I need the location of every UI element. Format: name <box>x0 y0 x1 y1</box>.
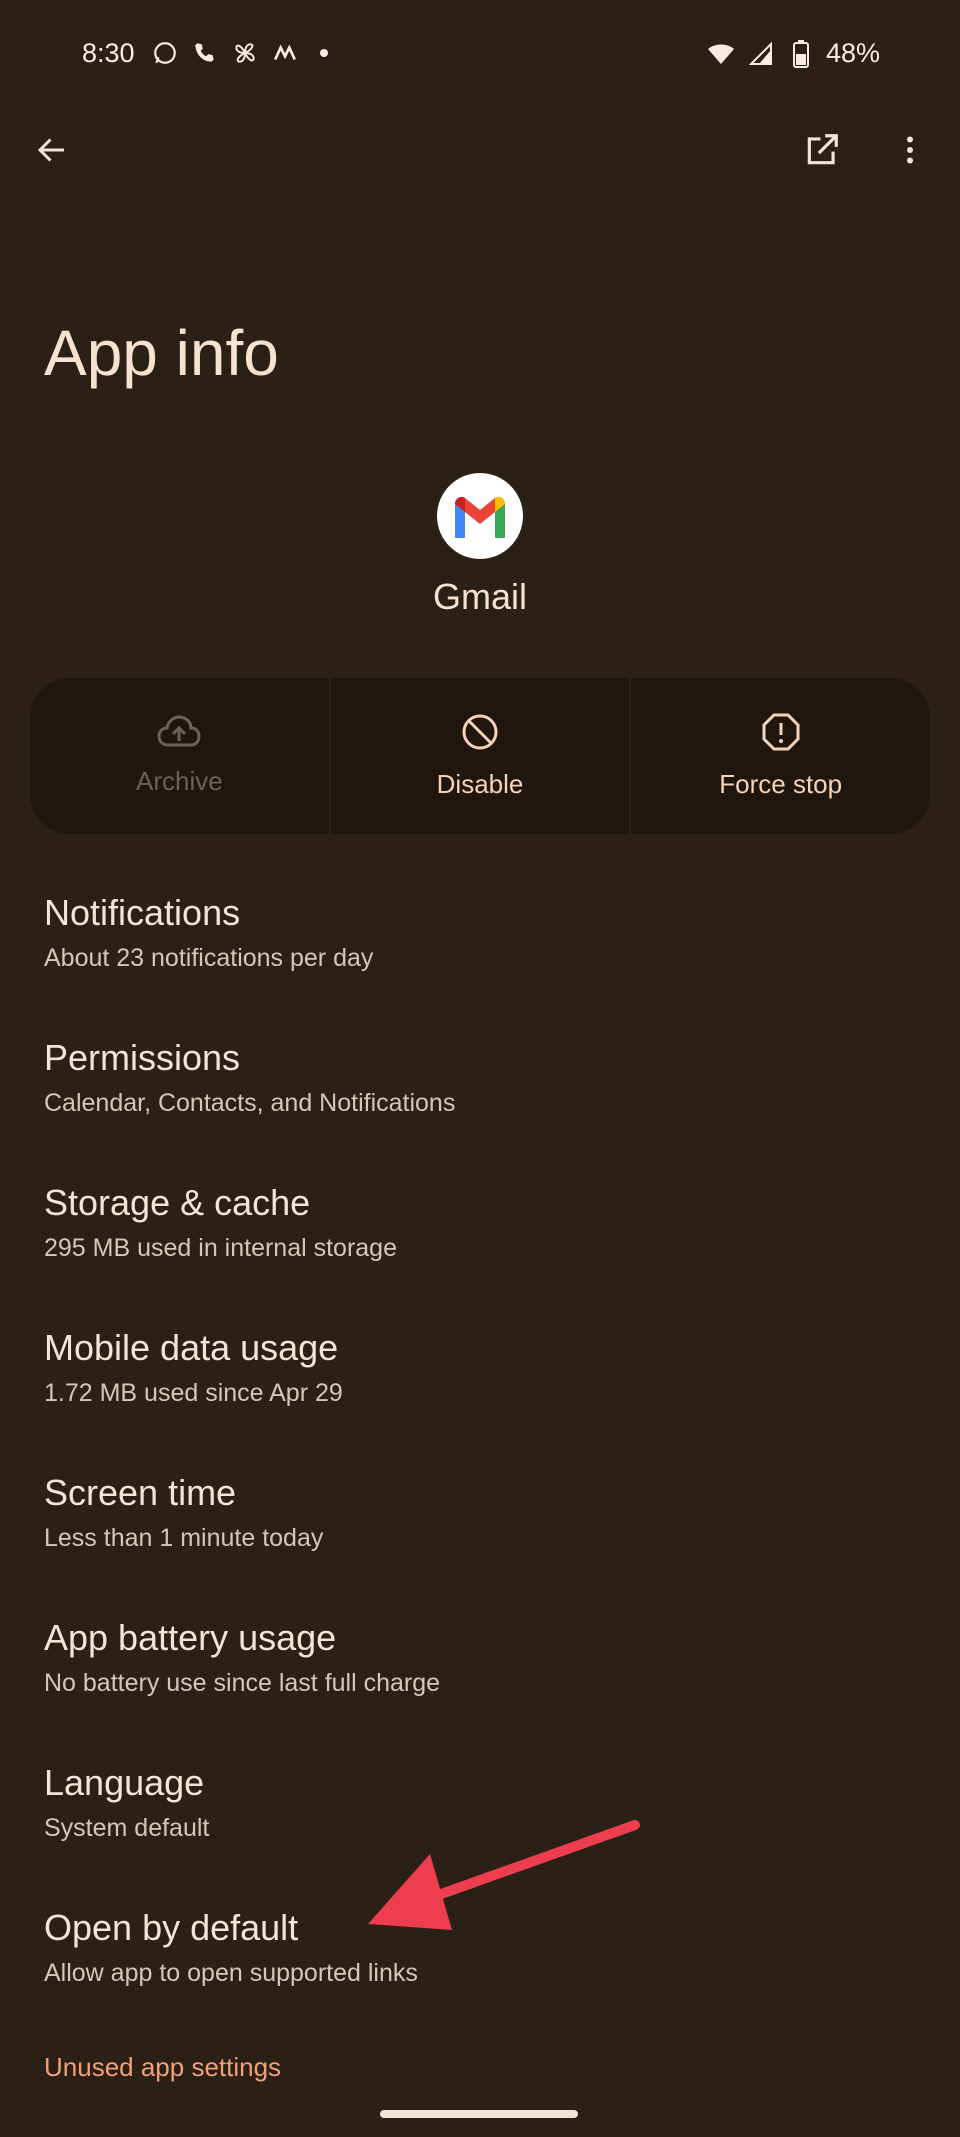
force-stop-label: Force stop <box>719 769 843 799</box>
setting-title: Notifications <box>44 892 241 933</box>
setting-title: App battery usage <box>44 1617 337 1658</box>
cloud-upload-icon <box>157 715 201 754</box>
app-name: Gmail <box>432 576 527 617</box>
setting-permissions[interactable]: Permissions Calendar, Contacts, and Noti… <box>0 1015 960 1160</box>
back-button[interactable] <box>20 120 84 184</box>
unused-app-settings-header: Unused app settings <box>44 2052 282 2082</box>
more-vert-icon <box>892 132 928 173</box>
annotation-arrow-icon <box>368 1820 640 1930</box>
setting-subtitle: No battery use since last full charge <box>44 1669 441 1697</box>
setting-storage-cache[interactable]: Storage & cache 295 MB used in internal … <box>0 1160 960 1305</box>
alert-octagon-icon <box>761 712 801 757</box>
setting-title: Language <box>44 1762 205 1803</box>
battery-percentage: 48% <box>825 38 880 68</box>
setting-notifications[interactable]: Notifications About 23 notifications per… <box>0 870 960 1015</box>
setting-title: Mobile data usage <box>44 1327 339 1368</box>
setting-subtitle: Less than 1 minute today <box>44 1524 324 1552</box>
battery-icon <box>786 39 816 69</box>
top-app-bar <box>0 120 960 200</box>
open-in-new-icon <box>803 131 841 174</box>
back-arrow-icon <box>34 132 70 173</box>
archive-button[interactable]: Archive <box>30 678 329 834</box>
status-system-icons: 48% <box>706 38 880 69</box>
setting-title: Permissions <box>44 1037 241 1078</box>
pinwheel-icon <box>230 38 260 68</box>
setting-app-battery-usage[interactable]: App battery usage No battery use since l… <box>0 1595 960 1740</box>
setting-title: Storage & cache <box>44 1182 311 1223</box>
page-title: App info <box>44 317 279 389</box>
block-icon <box>460 712 500 757</box>
whatsapp-icon <box>150 38 180 68</box>
setting-subtitle: Calendar, Contacts, and Notifications <box>44 1089 456 1117</box>
call-icon <box>190 38 220 68</box>
setting-subtitle: About 23 notifications per day <box>44 944 374 972</box>
home-gesture-bar[interactable] <box>380 2110 578 2118</box>
more-options-button[interactable] <box>878 120 942 184</box>
status-bar: 8:30 48% <box>0 0 960 110</box>
gmail-logo <box>437 473 523 559</box>
disable-button[interactable]: Disable <box>328 678 630 834</box>
setting-title: Screen time <box>44 1472 237 1513</box>
open-app-button[interactable] <box>790 120 854 184</box>
status-time: 8:30 <box>82 38 135 68</box>
wifi-icon <box>706 39 736 69</box>
force-stop-button[interactable]: Force stop <box>629 678 930 834</box>
m-app-icon <box>270 38 300 68</box>
disable-label: Disable <box>436 769 524 799</box>
status-notification-icons <box>150 38 328 68</box>
setting-subtitle: 295 MB used in internal storage <box>44 1234 397 1262</box>
setting-subtitle: Allow app to open supported links <box>44 1959 418 1987</box>
cellular-signal-icon <box>746 39 776 69</box>
setting-screen-time[interactable]: Screen time Less than 1 minute today <box>0 1450 960 1595</box>
setting-mobile-data-usage[interactable]: Mobile data usage 1.72 MB used since Apr… <box>0 1305 960 1450</box>
archive-label: Archive <box>135 766 223 796</box>
app-actions-bar: Archive Disable Force stop <box>30 678 930 834</box>
more-notifications-dot <box>320 49 328 57</box>
setting-subtitle: 1.72 MB used since Apr 29 <box>44 1379 343 1407</box>
